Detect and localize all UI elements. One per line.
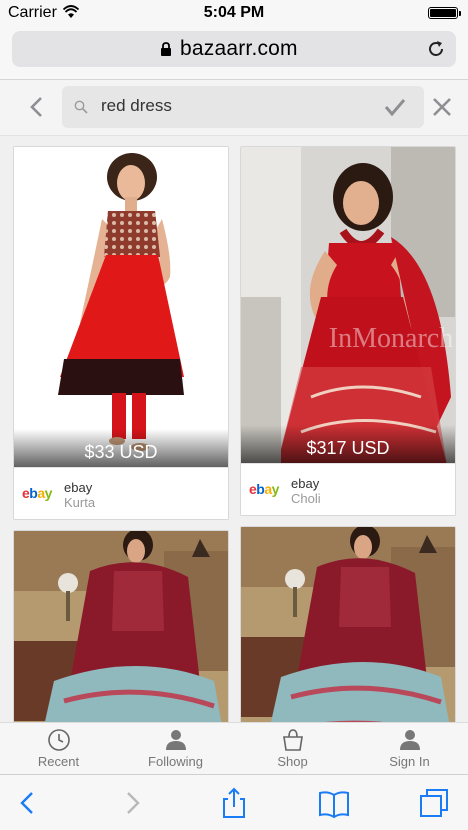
price-label: $33 USD bbox=[84, 442, 158, 462]
product-meta: ebay ebay Choli bbox=[241, 463, 455, 515]
product-meta: ebay ebay Kurta bbox=[14, 467, 228, 519]
browser-address-area: bazaarr.com bbox=[0, 26, 468, 80]
product-category: Choli bbox=[291, 491, 321, 506]
product-image[interactable]: InMonarch $317 USD bbox=[241, 147, 455, 465]
bookmarks-icon[interactable] bbox=[318, 787, 350, 819]
tab-label: Sign In bbox=[389, 754, 430, 769]
product-card[interactable]: $33 USD ebay ebay Kurta bbox=[13, 146, 229, 520]
product-image[interactable] bbox=[14, 531, 228, 726]
close-icon[interactable] bbox=[432, 97, 452, 117]
ebay-logo: ebay bbox=[249, 481, 279, 497]
clock-label: 5:04 PM bbox=[203, 4, 265, 21]
search-field[interactable]: red dress bbox=[62, 86, 424, 128]
person-icon bbox=[165, 730, 186, 750]
tabs-icon[interactable] bbox=[418, 787, 450, 819]
tab-following[interactable]: Following bbox=[117, 723, 234, 775]
search-bar: red dress bbox=[0, 80, 468, 136]
product-image[interactable]: $33 USD bbox=[14, 147, 228, 469]
store-name: ebay bbox=[291, 476, 320, 491]
tab-label: Following bbox=[148, 754, 203, 769]
product-card[interactable] bbox=[13, 530, 229, 726]
checkmark-icon[interactable] bbox=[384, 97, 406, 117]
product-card[interactable] bbox=[240, 526, 456, 726]
url-text: bazaarr.com bbox=[180, 37, 298, 60]
ebay-logo: ebay bbox=[22, 485, 52, 501]
battery-icon bbox=[428, 7, 461, 19]
share-icon[interactable] bbox=[218, 787, 250, 819]
back-icon[interactable] bbox=[12, 787, 44, 819]
app-tab-bar: Recent Following Shop Sign In bbox=[0, 722, 468, 774]
person-icon bbox=[399, 730, 420, 750]
lock-icon bbox=[161, 42, 171, 56]
address-bar[interactable]: bazaarr.com bbox=[12, 31, 456, 67]
clock-icon bbox=[47, 729, 70, 751]
browser-toolbar bbox=[0, 774, 468, 830]
search-icon bbox=[74, 100, 88, 114]
shopping-bag-icon bbox=[282, 729, 303, 751]
tab-label: Recent bbox=[37, 754, 80, 769]
search-query[interactable]: red dress bbox=[101, 96, 172, 116]
bridal-lehenga-photo bbox=[241, 527, 455, 726]
status-bar: Carrier 5:04 PM bbox=[0, 0, 468, 26]
price-label: $317 USD bbox=[306, 438, 390, 458]
product-grid: $33 USD ebay ebay Kurta InMonarch $317 U… bbox=[0, 136, 468, 726]
tab-shop[interactable]: Shop bbox=[234, 723, 351, 775]
chevron-left-icon[interactable] bbox=[28, 96, 46, 118]
tab-recent[interactable]: Recent bbox=[0, 723, 117, 775]
product-image[interactable] bbox=[241, 527, 455, 726]
store-name: ebay bbox=[64, 480, 93, 495]
product-category: Kurta bbox=[64, 495, 96, 510]
bridal-lehenga-photo bbox=[14, 531, 228, 726]
forward-icon[interactable] bbox=[116, 787, 148, 819]
reload-icon[interactable] bbox=[426, 39, 446, 59]
dress-photo bbox=[14, 147, 228, 469]
tab-sign-in[interactable]: Sign In bbox=[351, 723, 468, 775]
product-card[interactable]: InMonarch $317 USD ebay ebay Choli bbox=[240, 146, 456, 516]
lehenga-photo: InMonarch bbox=[241, 147, 455, 465]
screen: Carrier 5:04 PM bazaarr.com red dress $3… bbox=[0, 0, 468, 830]
tab-label: Shop bbox=[277, 754, 308, 769]
watermark-text: InMonarch bbox=[329, 323, 453, 354]
